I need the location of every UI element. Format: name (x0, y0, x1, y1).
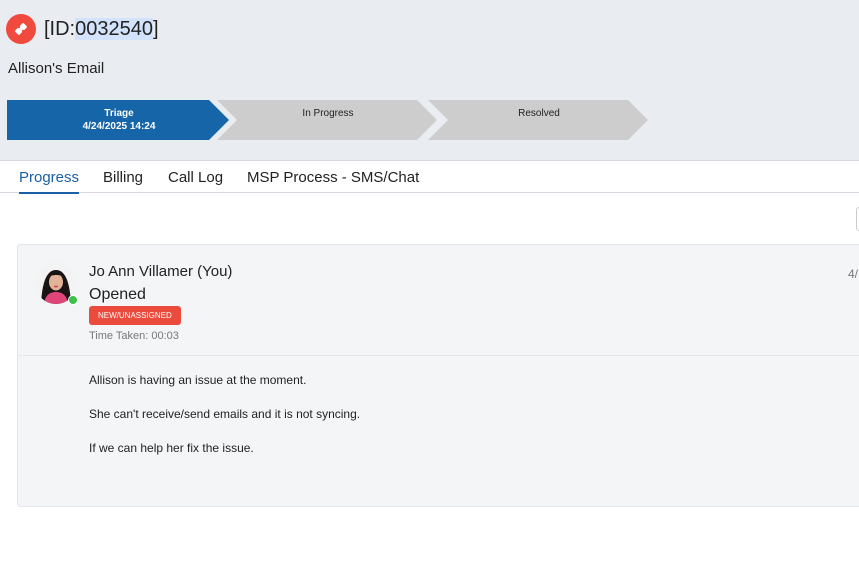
tab-billing[interactable]: Billing (103, 169, 143, 192)
body-line: She can't receive/send emails and it is … (89, 407, 361, 421)
tab-msp-process-sms-chat[interactable]: MSP Process - SMS/Chat (247, 169, 419, 192)
activity-body: Allison is having an issue at the moment… (89, 373, 360, 475)
body-line: Allison is having an issue at the moment… (89, 373, 307, 387)
stage-resolved-label: Resolved (518, 107, 560, 119)
ticket-id-suffix: ] (153, 18, 159, 40)
stage-in-progress-label: In Progress (302, 107, 354, 119)
stage-triage-label: Triage (104, 108, 134, 119)
tab-call-log[interactable]: Call Log (168, 169, 223, 192)
ticket-subject: Allison's Email (8, 60, 105, 77)
ticket-icon (6, 14, 36, 44)
online-status-icon (68, 295, 78, 305)
body-line: If we can help her fix the issue. (89, 441, 254, 455)
ticket-id-number[interactable]: 0032540 (75, 18, 153, 40)
stage-resolved[interactable]: Resolved (428, 100, 650, 140)
divider (18, 355, 859, 356)
activity-author: Jo Ann Villamer (You) (89, 263, 233, 280)
ticket-id: [ID:0032540] (44, 18, 159, 41)
stage-triage[interactable]: Triage 4/24/2025 14:24 (7, 100, 231, 140)
ticket-header: [ID:0032540] Allison's Email Triage 4/24… (0, 0, 859, 160)
activity-card: Jo Ann Villamer (You) Opened NEW/UNASSIG… (17, 244, 859, 507)
stage-in-progress[interactable]: In Progress (217, 100, 439, 140)
activity-action: Opened (89, 286, 146, 303)
activity-date: 4/ (848, 267, 859, 281)
tab-bar: Progress Billing Call Log MSP Process - … (0, 160, 859, 194)
status-badge: NEW/UNASSIGNED (89, 306, 181, 325)
stage-triage-date: 4/24/2025 14:24 (82, 121, 156, 132)
tab-progress[interactable]: Progress (19, 169, 80, 194)
time-taken: Time Taken: 00:03 (89, 330, 179, 342)
ticket-id-prefix: [ID: (44, 18, 76, 40)
